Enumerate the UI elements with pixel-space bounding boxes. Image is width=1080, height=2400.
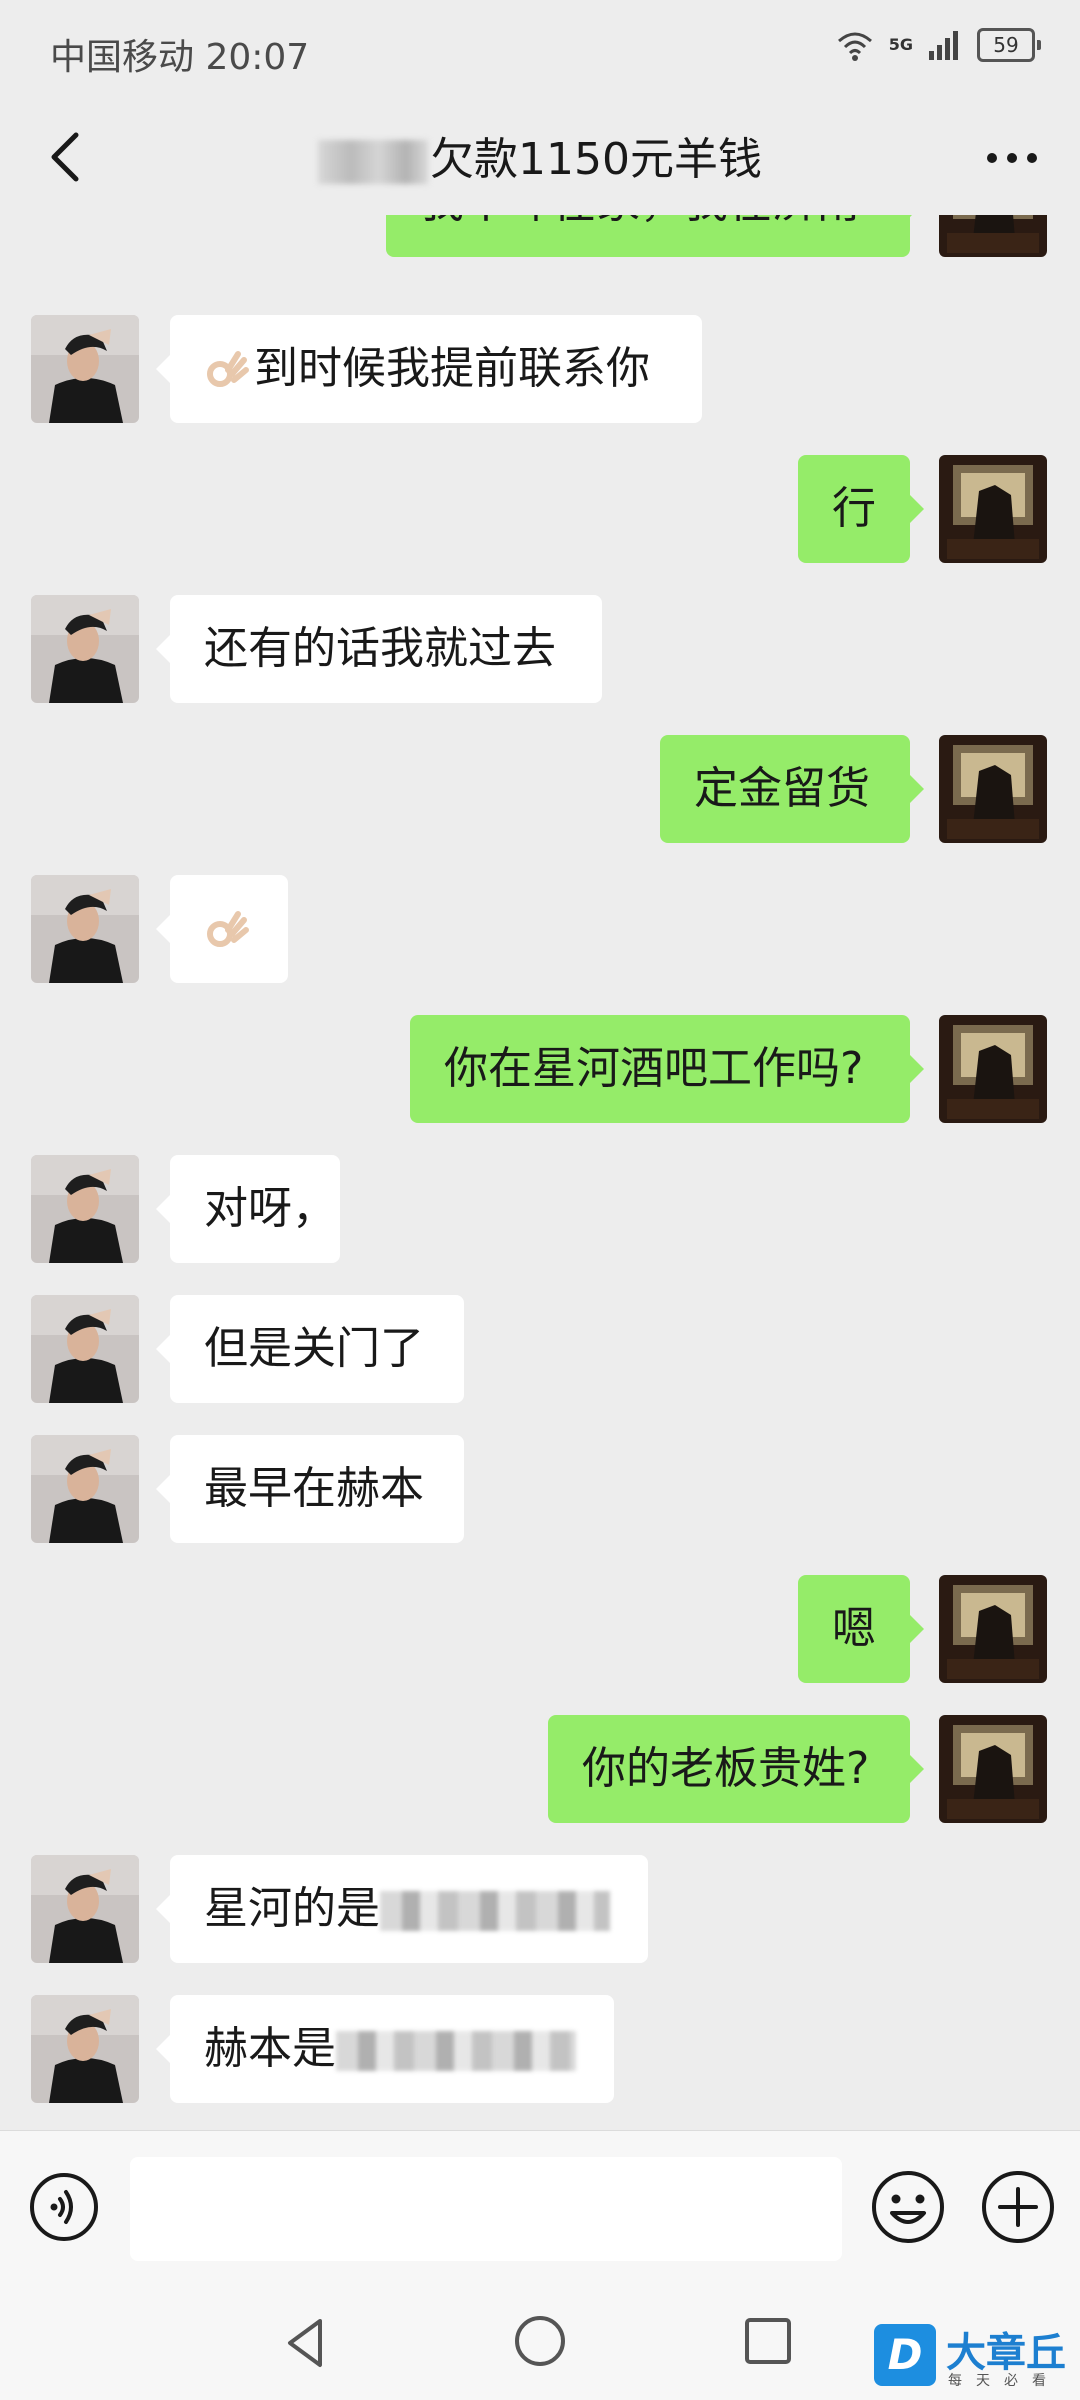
status-icons: 5G 59 (835, 28, 1041, 62)
message-text: 但是关门了 (204, 1323, 424, 1374)
network-type: 5G (888, 35, 913, 54)
plus-icon[interactable] (980, 2169, 1056, 2245)
message-row: 你在星河酒吧工作吗? (0, 1015, 1080, 1125)
message-row: 到时候我提前联系你 (0, 315, 1080, 425)
watermark-logo: D 大章丘 每天必看 (874, 2320, 1080, 2400)
avatar-self[interactable] (939, 1575, 1047, 1683)
message-text: 你的老板贵姓? (582, 1743, 870, 1794)
message-text: 星河的是 (204, 1883, 380, 1934)
sent-bubble[interactable]: 定金留货 (660, 735, 924, 843)
message-row: 赫本是 (0, 1995, 1080, 2105)
received-bubble[interactable]: 赫本是 (156, 1995, 614, 2103)
message-text: 定金留货 (694, 763, 870, 814)
message-row: 我不咋在家，我在济南 (0, 215, 1080, 259)
received-bubble[interactable]: 对呀， (156, 1155, 340, 1263)
carrier-time: 中国移动 20:07 (50, 37, 310, 78)
received-bubble[interactable]: 最早在赫本 (156, 1435, 464, 1543)
message-row: 对呀， (0, 1155, 1080, 1265)
message-text: 行 (832, 483, 876, 534)
avatar-contact[interactable] (31, 1155, 139, 1263)
status-bar: 中国移动 20:07 5G 59 (0, 0, 1080, 105)
ok-hand-emoji-icon (207, 351, 249, 387)
received-bubble[interactable]: 但是关门了 (156, 1295, 464, 1403)
message-input-bar (0, 2130, 1080, 2286)
more-options-icon[interactable] (982, 133, 1042, 183)
message-row: 还有的话我就过去 (0, 595, 1080, 705)
sent-bubble[interactable]: 你在星河酒吧工作吗? (410, 1015, 924, 1123)
ok-hand-emoji-icon (207, 911, 249, 947)
received-bubble[interactable]: 星河的是 (156, 1855, 648, 1963)
message-text-field[interactable] (130, 2157, 842, 2261)
message-row: 嗯 (0, 1575, 1080, 1685)
chat-header: 欠款1150元羊钱 (0, 105, 1080, 215)
message-text: 对呀， (204, 1183, 336, 1234)
avatar-contact[interactable] (31, 875, 139, 983)
message-text: 嗯 (832, 1603, 876, 1654)
message-text: 你在星河酒吧工作吗? (444, 1043, 864, 1094)
message-row: 星河的是 (0, 1855, 1080, 1965)
received-bubble[interactable]: 到时候我提前联系你 (156, 315, 702, 423)
message-row: 定金留货 (0, 735, 1080, 845)
message-row: 你的老板贵姓? (0, 1715, 1080, 1825)
avatar-self[interactable] (939, 1715, 1047, 1823)
watermark-d-icon: D (874, 2324, 936, 2386)
avatar-self[interactable] (939, 455, 1047, 563)
message-text: 还有的话我就过去 (204, 623, 556, 674)
avatar-self[interactable] (939, 215, 1047, 257)
nav-back-icon[interactable] (278, 2313, 338, 2373)
avatar-contact[interactable] (31, 1435, 139, 1543)
avatar-self[interactable] (939, 1015, 1047, 1123)
message-row: 但是关门了 (0, 1295, 1080, 1405)
redacted-text (380, 1891, 610, 1931)
chat-title: 欠款1150元羊钱 (0, 123, 1080, 187)
signal-icon (929, 31, 958, 60)
sent-bubble[interactable]: 你的老板贵姓? (548, 1715, 924, 1823)
wifi-icon (837, 32, 872, 61)
voice-input-icon[interactable] (28, 2171, 100, 2243)
redacted-text (336, 2031, 576, 2071)
sent-bubble[interactable]: 行 (798, 455, 924, 563)
received-bubble[interactable] (156, 875, 288, 983)
watermark-tagline: 每天必看 (948, 2373, 1060, 2389)
message-text: 赫本是 (204, 2023, 336, 2074)
received-bubble[interactable]: 还有的话我就过去 (156, 595, 602, 703)
message-text: 到时候我提前联系你 (254, 343, 650, 394)
chat-message-list[interactable]: 我不咋在家，我在济南 到时候我提前联系你 行 还有的话我就过去 定金留货 你在星… (0, 215, 1080, 2130)
nav-home-icon[interactable] (510, 2311, 570, 2371)
message-row (0, 875, 1080, 985)
chat-title-text: 欠款1150元羊钱 (430, 134, 762, 185)
sent-bubble[interactable]: 嗯 (798, 1575, 924, 1683)
message-text: 我不咋在家，我在济南 (420, 215, 860, 228)
avatar-contact[interactable] (31, 595, 139, 703)
message-row: 最早在赫本 (0, 1435, 1080, 1545)
message-text: 最早在赫本 (204, 1463, 424, 1514)
emoji-icon[interactable] (870, 2169, 946, 2245)
message-row: 行 (0, 455, 1080, 565)
avatar-contact[interactable] (31, 1855, 139, 1963)
nav-recents-icon[interactable] (738, 2311, 798, 2371)
sent-bubble[interactable]: 我不咋在家，我在济南 (386, 215, 924, 257)
avatar-contact[interactable] (31, 315, 139, 423)
redacted-name (318, 140, 428, 184)
avatar-self[interactable] (939, 735, 1047, 843)
avatar-contact[interactable] (31, 1295, 139, 1403)
avatar-contact[interactable] (31, 1995, 139, 2103)
battery-indicator: 59 (977, 28, 1041, 62)
